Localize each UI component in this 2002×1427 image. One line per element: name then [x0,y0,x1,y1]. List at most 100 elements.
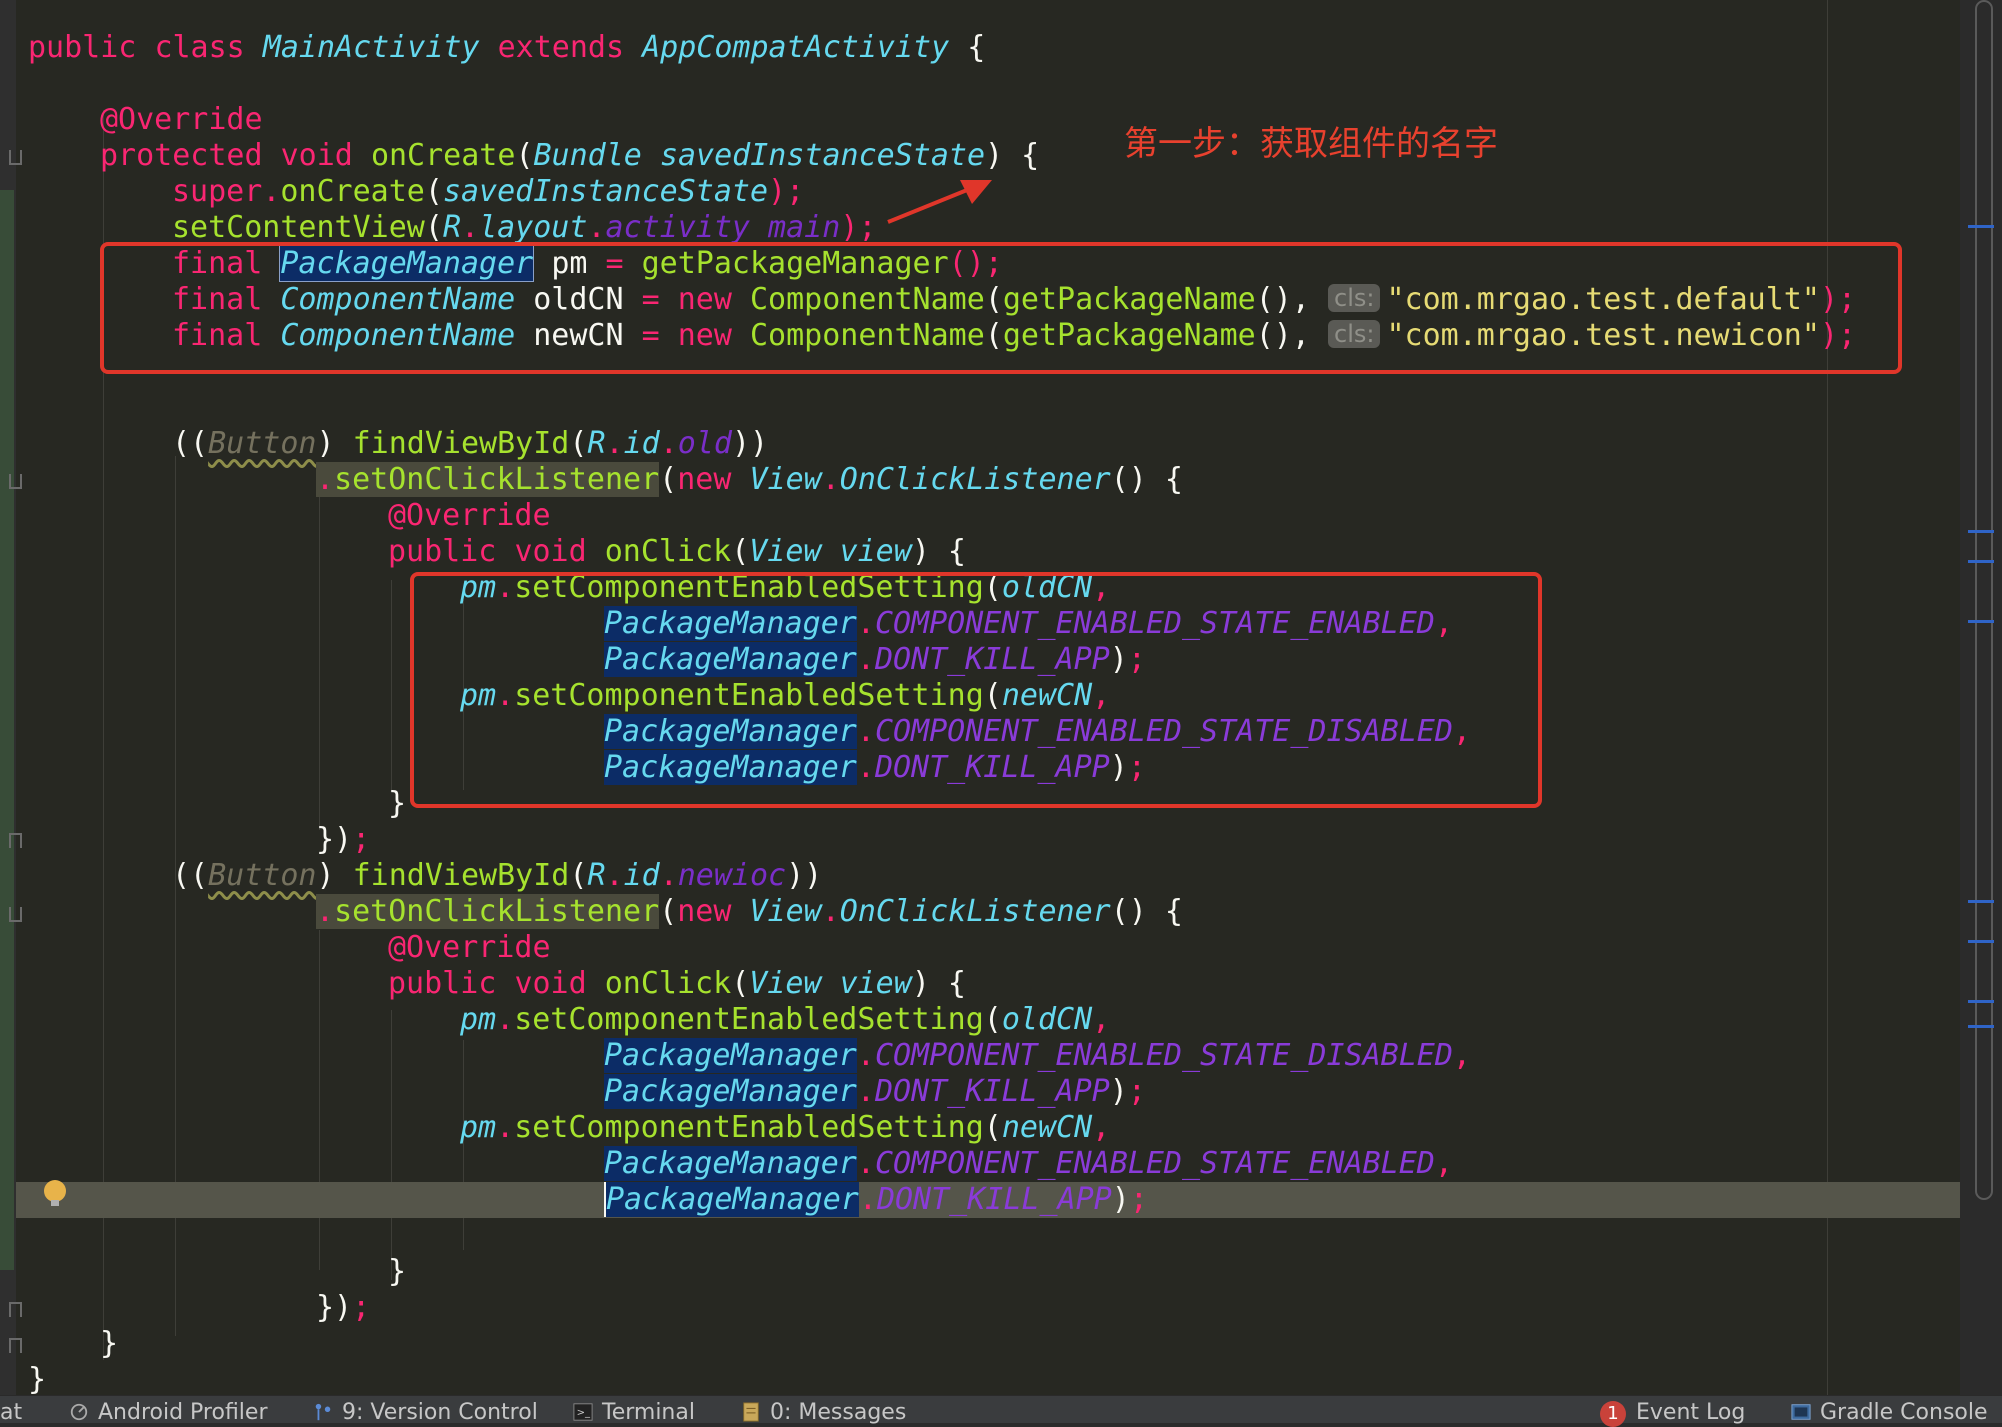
code-line[interactable]: }); [316,822,370,858]
bottom-tool-bar: at Android Profiler 9: Version Control >… [0,1395,2002,1427]
type: View [749,462,822,497]
keyword: super [172,174,263,209]
brace: ) { [911,966,966,1001]
fold-marker-icon[interactable] [9,1302,22,1317]
param-type: View [749,966,822,1001]
code-line[interactable]: } [100,1326,118,1362]
method-call: setComponentEnabledSetting [514,1110,984,1145]
code-line[interactable]: PackageManager.COMPONENT_ENABLED_STATE_E… [604,1146,1453,1182]
tool-window-version-control[interactable]: 9: Version Control [312,1400,538,1426]
keyword: new [677,462,732,497]
tool-window-gradle-console[interactable]: Gradle Console [1790,1400,1988,1426]
brace: } [388,1254,407,1289]
terminal-icon: >_ [573,1403,593,1421]
parent-class: AppCompatActivity [642,30,950,65]
code-line[interactable]: } [388,1254,406,1290]
code-line[interactable]: ((Button) findViewById(R.id.newioc)) [172,858,822,894]
code-line[interactable]: PackageManager.DONT_KILL_APP); [604,1074,1146,1110]
indent-guide [391,580,392,790]
code-line[interactable]: pm.setComponentEnabledSetting(oldCN, [460,1002,1110,1038]
indent-guide [391,1010,392,1280]
brace: { [949,30,986,65]
code-line[interactable]: @Override [388,930,551,966]
annotation-box [410,572,1542,808]
method-call: findViewById [352,858,570,893]
cast-type: Button [208,858,317,893]
scroll-marker[interactable] [1968,560,1994,563]
param-type: Bundle [533,138,642,173]
type: PackageManager [604,1146,857,1181]
annotation: @Override [388,930,551,965]
resource-id: activity_main [605,210,841,245]
tool-label: Gradle Console [1820,1400,1988,1425]
lightbulb-icon[interactable] [44,1180,66,1206]
r-id: id [623,426,660,461]
variable: pm [460,1002,497,1037]
profiler-icon [70,1403,88,1421]
code-line[interactable]: pm.setComponentEnabledSetting(newCN, [460,1110,1110,1146]
code-line[interactable]: }); [316,1290,370,1326]
branch-icon [315,1403,331,1421]
code-line[interactable]: @Override [100,102,263,138]
fold-marker-icon[interactable] [9,474,22,489]
param-name: savedInstanceState [659,138,986,173]
tool-window-terminal[interactable]: >_ Terminal [572,1400,695,1426]
code-editor[interactable]: public class MainActivity extends AppCom… [0,0,1960,1395]
code-line[interactable]: @Override [388,498,551,534]
code-line[interactable]: protected void onCreate(Bundle savedInst… [100,138,1039,174]
constant: COMPONENT_ENABLED_STATE_ENABLED [874,1146,1435,1181]
code-line[interactable]: public void onClick(View view) { [388,534,966,570]
constant: DONT_KILL_APP [874,1074,1110,1109]
type: PackageManager [604,1182,859,1217]
arrow-icon [887,180,992,224]
fold-marker-icon[interactable] [9,833,22,848]
code-line[interactable]: public class MainActivity extends AppCom… [28,30,985,66]
keyword: public [388,534,497,569]
tool-window-android-profiler[interactable]: Android Profiler [68,1400,268,1426]
fold-marker-icon[interactable] [9,907,22,922]
code-line[interactable]: .setOnClickListener(new View.OnClickList… [316,894,1183,930]
scroll-marker[interactable] [1968,900,1994,903]
scroll-marker[interactable] [1968,225,1994,228]
tool-window-event-log[interactable]: 1 Event Log [1600,1400,1745,1427]
code-line[interactable]: super.onCreate(savedInstanceState); [172,174,804,210]
annotation: @Override [100,102,263,137]
scroll-marker[interactable] [1968,940,1994,943]
keyword: class [154,30,245,65]
tool-label: Event Log [1636,1400,1746,1425]
scroll-marker[interactable] [1968,530,1994,533]
code-line[interactable]: public void onClick(View view) { [388,966,966,1002]
code-line[interactable]: } [388,786,406,822]
type: OnClickListener [839,462,1111,497]
code-line[interactable]: .setOnClickListener(new View.OnClickList… [316,462,1183,498]
code-line[interactable]: setContentView(R.layout.activity_main); [172,210,876,246]
fold-marker-icon[interactable] [9,1338,22,1353]
code-line[interactable]: PackageManager.COMPONENT_ENABLED_STATE_D… [604,1038,1471,1074]
end: ); [840,210,877,245]
scroll-marker[interactable] [1968,1000,1994,1003]
method-call: onCreate [280,174,425,209]
keyword: public [388,966,497,1001]
event-count-badge: 1 [1600,1401,1626,1427]
scroll-marker[interactable] [1968,620,1994,623]
fold-marker-icon[interactable] [9,150,22,165]
scroll-marker[interactable] [1968,1025,1994,1028]
tool-window-messages[interactable]: 0: Messages [740,1400,906,1426]
brace: } [100,1326,119,1361]
type: View [749,894,822,929]
r-class: R [442,210,461,245]
keyword: void [514,966,587,1001]
method-name: onClick [604,534,732,569]
code-line[interactable]: ((Button) findViewById(R.id.old)) [172,426,768,462]
vertical-scrollbar[interactable] [1975,0,1993,1200]
r-class: R [587,858,606,893]
keyword: void [280,138,353,173]
code-line[interactable]: PackageManager.DONT_KILL_APP); [604,1182,1148,1218]
tool-window-logcat[interactable]: at [0,1400,22,1426]
code-line[interactable]: } [28,1362,46,1395]
keyword: public [28,30,137,65]
gradle-console-icon [1791,1404,1811,1420]
r-id: id [623,858,660,893]
brace: } [28,1362,47,1395]
indent-guide [319,490,320,830]
